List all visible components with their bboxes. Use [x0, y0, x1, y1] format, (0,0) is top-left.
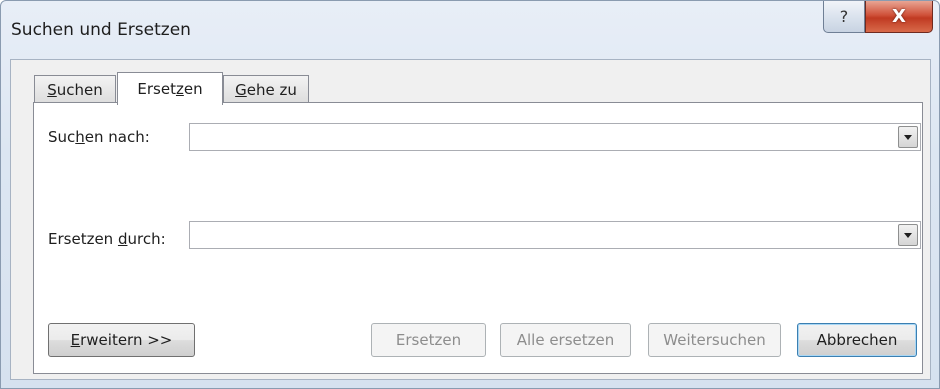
replace-button[interactable]: Ersetzen [371, 323, 486, 357]
replace-label: Ersetzen durch: [48, 230, 166, 248]
close-icon: X [892, 6, 906, 27]
search-dropdown-button[interactable] [898, 126, 918, 148]
title-bar: Suchen und Ersetzen ? X [1, 1, 939, 59]
replace-all-button[interactable]: Alle ersetzen [500, 323, 631, 357]
search-input[interactable] [190, 124, 896, 150]
help-icon: ? [839, 7, 849, 26]
replace-combobox[interactable] [189, 221, 921, 249]
search-label: Suchen nach: [48, 128, 150, 146]
close-button[interactable]: X [865, 1, 933, 33]
find-next-button[interactable]: Weitersuchen [648, 323, 781, 357]
chevron-down-icon [904, 134, 912, 140]
tab-suchen[interactable]: Suchen [34, 75, 116, 104]
help-button[interactable]: ? [823, 1, 865, 33]
tab-panel-ersetzen: Suchen nach: Ersetzen durch: Erweitern >… [33, 102, 923, 374]
tab-gehe-zu[interactable]: Gehe zu [223, 75, 309, 104]
chevron-down-icon [904, 232, 912, 238]
replace-input[interactable] [190, 222, 896, 248]
replace-dropdown-button[interactable] [898, 224, 918, 246]
dialog-client-area: Suchen Erset z en Gehe zu Suchen nach: Ers… [10, 59, 931, 380]
search-combobox[interactable] [189, 123, 921, 151]
cancel-button[interactable]: Abbrechen [797, 323, 917, 357]
expand-button[interactable]: Erweitern >> [48, 323, 195, 357]
find-replace-dialog: Suchen und Ersetzen ? X Suchen Erset z en … [0, 0, 940, 389]
dialog-title: Suchen und Ersetzen [11, 20, 191, 40]
tab-ersetzen[interactable]: Erset z en [117, 72, 223, 105]
